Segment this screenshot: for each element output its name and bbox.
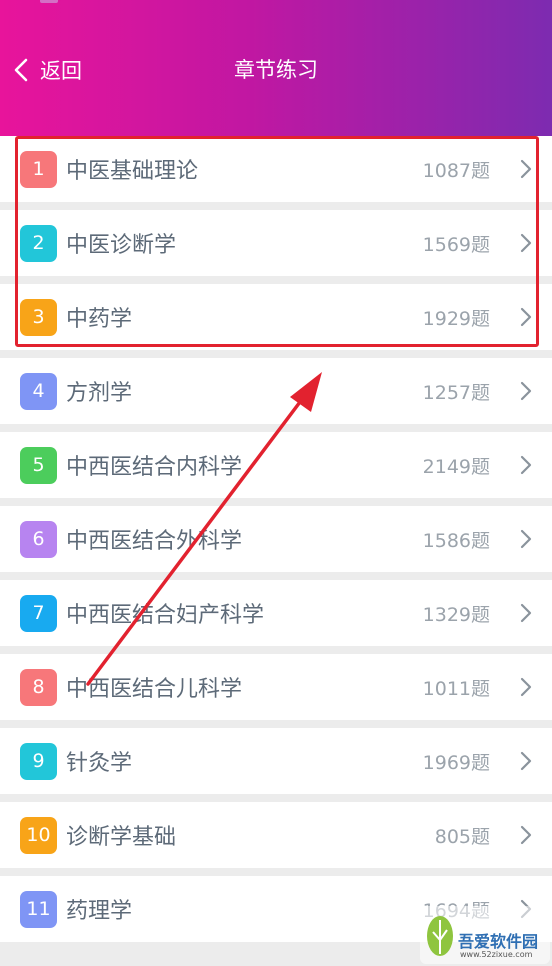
question-count: 1569题 [422, 233, 490, 256]
question-count: 1011题 [422, 677, 490, 700]
chapter-number-badge: 2 [20, 224, 57, 262]
watermark-text: 吾爱软件园 [458, 932, 539, 951]
chapter-name: 中药学 [66, 307, 133, 332]
chapter-row[interactable]: 8 中西医结合儿科学 1011题 [0, 654, 552, 720]
question-count: 1929题 [422, 307, 490, 330]
chapter-name: 中西医结合儿科学 [66, 677, 243, 702]
chapter-name: 方剂学 [66, 381, 133, 406]
chapter-row[interactable]: 6 中西医结合外科学 1586题 [0, 506, 552, 572]
chapter-name: 中西医结合内科学 [66, 455, 243, 480]
chevron-right-icon [520, 825, 532, 849]
app-header: 返回 章节练习 [0, 0, 552, 136]
chapter-number-badge: 5 [20, 446, 57, 484]
chapter-name: 中西医结合外科学 [66, 529, 243, 554]
chevron-right-icon [520, 529, 532, 553]
chapter-name: 中西医结合妇产科学 [66, 603, 265, 628]
chapter-name: 诊断学基础 [66, 825, 177, 850]
leaf-logo-icon [424, 912, 456, 962]
chapter-row[interactable]: 4 方剂学 1257题 [0, 358, 552, 424]
chapter-number-badge: 4 [20, 372, 57, 410]
chapter-number-badge: 11 [20, 890, 57, 928]
chapter-number-badge: 10 [20, 816, 57, 854]
chapter-name: 中医基础理论 [66, 159, 199, 184]
chapter-number-badge: 9 [20, 742, 57, 780]
question-count: 1087题 [422, 159, 490, 182]
watermark: 吾爱软件园 www.52zixue.com [420, 906, 550, 964]
chapter-number-badge: 6 [20, 520, 57, 558]
chapter-number-badge: 7 [20, 594, 57, 632]
chapter-number-badge: 3 [20, 298, 57, 336]
chapter-name: 中医诊断学 [66, 233, 177, 258]
chevron-right-icon [520, 455, 532, 479]
chapter-row[interactable]: 3 中药学 1929题 [0, 284, 552, 350]
question-count: 2149题 [422, 455, 490, 478]
question-count: 805题 [434, 825, 490, 848]
page-title: 章节练习 [234, 58, 318, 82]
chapter-row[interactable]: 7 中西医结合妇产科学 1329题 [0, 580, 552, 646]
chapter-name: 药理学 [66, 899, 133, 924]
chapter-row[interactable]: 5 中西医结合内科学 2149题 [0, 432, 552, 498]
question-count: 1969题 [422, 751, 490, 774]
chevron-right-icon [520, 751, 532, 775]
question-count: 1329题 [422, 603, 490, 626]
chapter-row[interactable]: 2 中医诊断学 1569题 [0, 210, 552, 276]
question-count: 1586题 [422, 529, 490, 552]
chevron-right-icon [520, 381, 532, 405]
chevron-right-icon [520, 677, 532, 701]
question-count: 1257题 [422, 381, 490, 404]
chevron-right-icon [520, 233, 532, 257]
chapter-name: 针灸学 [66, 751, 133, 776]
chapter-number-badge: 8 [20, 668, 57, 706]
chapter-list: 1 中医基础理论 1087题 2 中医诊断学 1569题 3 中药学 1929题 4 方剂学 1257… [0, 136, 552, 950]
chapter-row[interactable]: 1 中医基础理论 1087题 [0, 136, 552, 202]
chevron-right-icon [520, 603, 532, 627]
chapter-number-badge: 1 [20, 150, 57, 188]
chevron-right-icon [520, 307, 532, 331]
status-bar-indicator [40, 0, 58, 3]
chapter-row[interactable]: 10 诊断学基础 805题 [0, 802, 552, 868]
chevron-right-icon [520, 159, 532, 183]
watermark-url: www.52zixue.com [460, 950, 533, 959]
chapter-row[interactable]: 9 针灸学 1969题 [0, 728, 552, 794]
